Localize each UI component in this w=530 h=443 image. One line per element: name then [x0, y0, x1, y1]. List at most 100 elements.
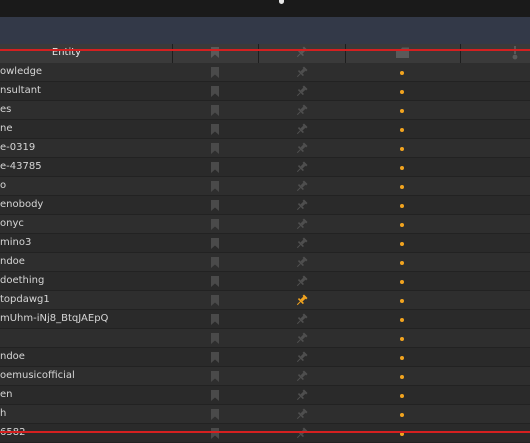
status-dot-icon — [400, 90, 404, 94]
pin-icon[interactable] — [295, 46, 308, 59]
status-dot-icon — [400, 109, 404, 113]
table-row[interactable]: enobody — [0, 196, 530, 215]
pin-icon[interactable] — [295, 256, 308, 269]
table-row[interactable]: mUhm-iNj8_BtqJAEpQ — [0, 310, 530, 329]
bookmark-icon[interactable] — [211, 181, 219, 192]
pin-icon[interactable] — [295, 66, 308, 79]
bookmark-icon[interactable] — [211, 143, 219, 154]
status-dot-icon — [400, 71, 404, 75]
pin-icon[interactable] — [295, 408, 308, 421]
pin-icon[interactable] — [295, 389, 308, 402]
entity-name: onyc — [0, 218, 24, 229]
bookmark-icon[interactable] — [211, 314, 219, 325]
status-dot-icon — [400, 242, 404, 246]
status-dot-icon — [400, 147, 404, 151]
entity-name: enobody — [0, 199, 44, 210]
pin-icon[interactable] — [295, 294, 308, 307]
pin-icon[interactable] — [295, 85, 308, 98]
pin-icon[interactable] — [295, 218, 308, 231]
entity-name: topdawg1 — [0, 294, 50, 305]
table-row[interactable]: es — [0, 101, 530, 120]
status-dot-icon — [400, 413, 404, 417]
status-dot-icon — [400, 128, 404, 132]
status-dot-icon — [400, 166, 404, 170]
pin-icon[interactable] — [295, 123, 308, 136]
status-dot-icon — [400, 356, 404, 360]
entity-name: mUhm-iNj8_BtqJAEpQ — [0, 313, 109, 324]
entity-name: oemusicofficial — [0, 370, 75, 381]
pin-icon[interactable] — [295, 332, 308, 345]
highlight-line-bottom — [0, 431, 530, 433]
entity-name: mino3 — [0, 237, 32, 248]
table-row[interactable]: ndoe — [0, 253, 530, 272]
status-dot-icon — [400, 394, 404, 398]
bookmark-icon[interactable] — [211, 295, 219, 306]
table-row[interactable]: owledge — [0, 63, 530, 82]
table-row[interactable]: topdawg1 — [0, 291, 530, 310]
entity-name: ndoe — [0, 351, 25, 362]
table-row[interactable]: oemusicofficial — [0, 367, 530, 386]
table-row[interactable]: doething — [0, 272, 530, 291]
status-dot-icon — [400, 318, 404, 322]
table-row[interactable]: mino3 — [0, 234, 530, 253]
bookmark-icon[interactable] — [211, 67, 219, 78]
table-row[interactable]: onyc — [0, 215, 530, 234]
entity-name: h — [0, 408, 7, 419]
bookmark-icon[interactable] — [211, 257, 219, 268]
table-row[interactable]: nsultant — [0, 82, 530, 101]
table-row[interactable] — [0, 329, 530, 348]
bookmark-icon[interactable] — [211, 200, 219, 211]
entity-name: e-0319 — [0, 142, 36, 153]
entity-name: owledge — [0, 66, 43, 77]
status-dot-icon — [400, 185, 404, 189]
status-dot-icon — [400, 223, 404, 227]
bookmark-icon[interactable] — [211, 219, 219, 230]
table-row[interactable]: 6582 — [0, 424, 530, 443]
table-row[interactable]: ndoe — [0, 348, 530, 367]
entity-name: ne — [0, 123, 13, 134]
bookmark-icon[interactable] — [211, 390, 219, 401]
bookmark-icon[interactable] — [211, 162, 219, 173]
window-indicator-icon — [279, 0, 284, 4]
pin-icon[interactable] — [295, 370, 308, 383]
bookmark-icon[interactable] — [211, 371, 219, 382]
highlight-line-top — [0, 49, 530, 51]
status-dot-icon — [400, 375, 404, 379]
bookmark-icon[interactable] — [211, 124, 219, 135]
bookmark-icon[interactable] — [211, 352, 219, 363]
table-row[interactable]: o — [0, 177, 530, 196]
bookmark-icon[interactable] — [211, 409, 219, 420]
bookmark-icon[interactable] — [211, 333, 219, 344]
entity-name: en — [0, 389, 13, 400]
bookmark-icon[interactable] — [211, 238, 219, 249]
pin-icon[interactable] — [295, 313, 308, 326]
entity-name: e-43785 — [0, 161, 42, 172]
pin-icon[interactable] — [295, 104, 308, 117]
table-row[interactable]: h — [0, 405, 530, 424]
entity-name: ndoe — [0, 256, 25, 267]
pin-icon[interactable] — [295, 161, 308, 174]
pin-icon[interactable] — [295, 351, 308, 364]
status-dot-icon — [400, 261, 404, 265]
bookmark-icon[interactable] — [211, 86, 219, 97]
bookmark-icon[interactable] — [211, 105, 219, 116]
entity-name: es — [0, 104, 12, 115]
entity-name: o — [0, 180, 7, 191]
entity-name: doething — [0, 275, 45, 286]
bookmark-icon[interactable] — [211, 428, 219, 439]
pin-icon[interactable] — [295, 199, 308, 212]
toolbar — [0, 17, 530, 44]
table-row[interactable]: en — [0, 386, 530, 405]
status-dot-icon — [400, 337, 404, 341]
title-bar — [0, 0, 530, 17]
pin-icon[interactable] — [295, 237, 308, 250]
table-row[interactable]: ne — [0, 120, 530, 139]
pin-icon[interactable] — [295, 275, 308, 288]
pin-icon[interactable] — [295, 427, 308, 440]
table-row[interactable]: e-43785 — [0, 158, 530, 177]
pin-icon[interactable] — [295, 142, 308, 155]
bookmark-icon[interactable] — [211, 276, 219, 287]
pin-icon[interactable] — [295, 180, 308, 193]
status-dot-icon — [400, 280, 404, 284]
table-row[interactable]: e-0319 — [0, 139, 530, 158]
